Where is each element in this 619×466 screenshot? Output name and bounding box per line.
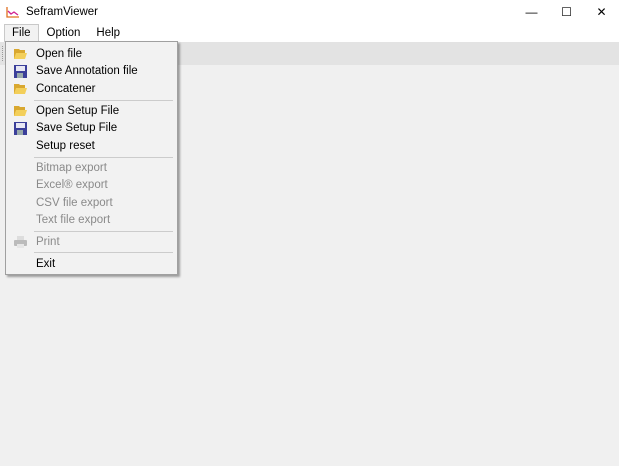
menu-file[interactable]: File (4, 23, 39, 42)
menu-item-text-export: Text file export (36, 214, 111, 227)
menu-item-save-setup-file[interactable]: Save Setup File (8, 120, 175, 138)
minimize-button[interactable]: — (514, 0, 549, 23)
floppy-disk-icon (8, 121, 32, 135)
close-button[interactable]: ✕ (584, 0, 619, 23)
menu-item-exit[interactable]: Exit (8, 256, 175, 274)
file-menu-dropdown: Open file Save Annotation file Concatene… (5, 41, 178, 275)
menu-item-setup-reset[interactable]: Setup reset (8, 137, 175, 155)
maximize-button[interactable]: ☐ (549, 0, 584, 23)
folder-open-icon (8, 104, 32, 117)
menu-help[interactable]: Help (88, 24, 128, 42)
menu-item-open-file[interactable]: Open file (8, 45, 175, 63)
folder-open-icon (8, 82, 32, 95)
app-logo-icon (6, 6, 19, 18)
floppy-disk-icon (8, 64, 32, 78)
menu-item-excel-export: Excel® export (36, 179, 108, 192)
window-title: SeframViewer (26, 5, 99, 18)
folder-open-icon (8, 47, 32, 60)
title-bar: SeframViewer — ☐ ✕ (0, 0, 619, 23)
printer-icon (8, 236, 32, 249)
menu-item-print: Print (8, 234, 175, 252)
menu-option[interactable]: Option (39, 24, 89, 42)
menu-item-csv-export: CSV file export (36, 196, 113, 209)
menu-item-concatener[interactable]: Concatener (8, 80, 175, 98)
menu-item-bitmap-export: Bitmap export (36, 161, 107, 174)
menu-item-open-setup-file[interactable]: Open Setup File (8, 102, 175, 120)
menu-bar: File Option Help (0, 23, 619, 42)
menu-item-save-annotation-file[interactable]: Save Annotation file (8, 63, 175, 81)
